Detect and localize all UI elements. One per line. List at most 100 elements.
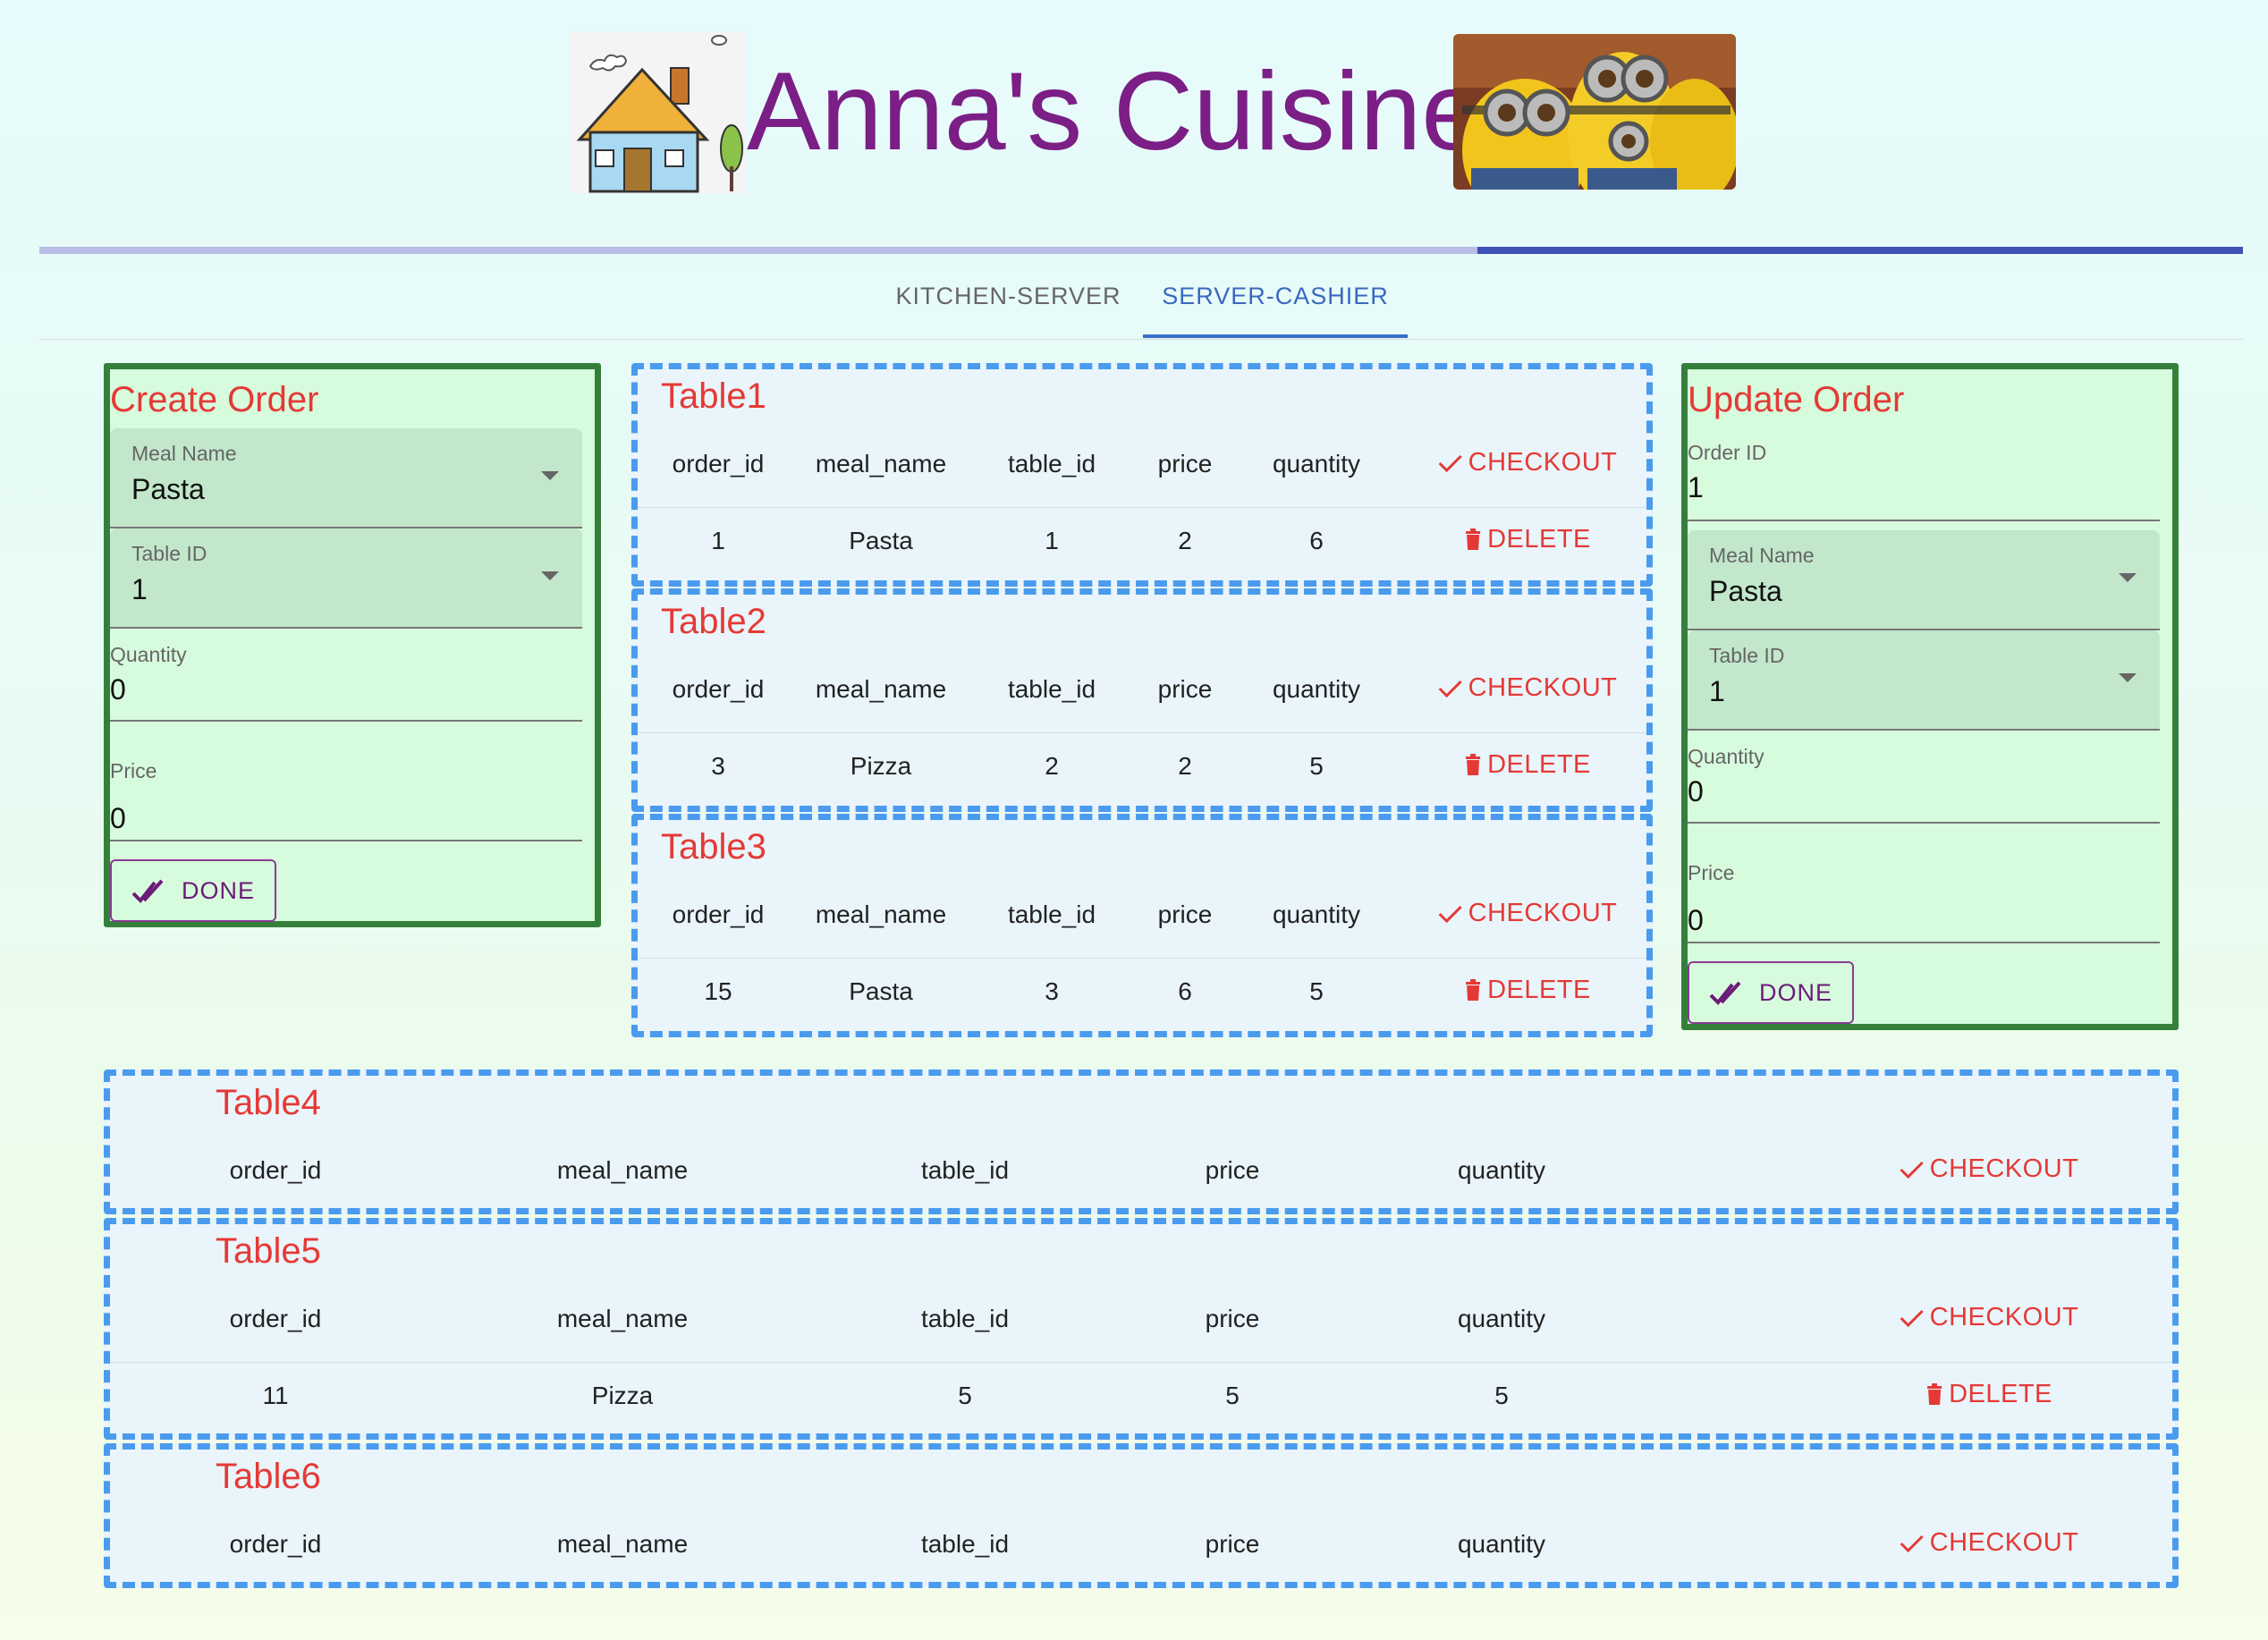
column-header-quantity: quantity — [1457, 1305, 1546, 1332]
checkout-button[interactable]: CHECKOUT — [1438, 448, 1618, 478]
delete-button[interactable]: DELETE — [1464, 525, 1591, 554]
checkout-label: CHECKOUT — [1468, 673, 1618, 702]
house-logo — [571, 32, 746, 193]
done-label: DONE — [1759, 979, 1833, 1006]
done-label: DONE — [182, 877, 256, 904]
checkout-button[interactable]: CHECKOUT — [1438, 673, 1618, 703]
table-cell-quantity: 5 — [1309, 977, 1324, 1005]
table-cell-price: 2 — [1178, 752, 1192, 780]
checkout-button[interactable]: CHECKOUT — [1900, 1528, 2079, 1558]
table-cell-meal_name: Pasta — [849, 977, 913, 1005]
price-input[interactable]: 0 — [1688, 904, 1704, 937]
table-cell-meal_name: Pasta — [849, 527, 913, 554]
column-header-price: price — [1205, 1156, 1260, 1184]
column-header-table_id: table_id — [920, 1530, 1010, 1558]
update-quantity-field[interactable]: Quantity 0 — [1688, 745, 2160, 824]
order-id-label: Order ID — [1688, 441, 1767, 464]
minions-image — [1453, 34, 1736, 190]
order-table-1: Table1 order_id meal_name table_id price quan… — [631, 363, 1653, 587]
table-cell-order_id: 3 — [711, 752, 725, 780]
table-cell-price: 6 — [1178, 977, 1192, 1005]
check-icon — [1438, 905, 1462, 924]
column-header-meal_name: meal_name — [815, 900, 947, 928]
check-icon — [1900, 1309, 1924, 1328]
quantity-input[interactable]: 0 — [110, 673, 126, 706]
delete-button[interactable]: DELETE — [1464, 750, 1591, 780]
meal-name-value: Pasta — [1709, 575, 1782, 607]
delete-button[interactable]: DELETE — [1464, 976, 1591, 1005]
table-name: Table4 — [216, 1083, 321, 1122]
column-header-table_id: table_id — [1007, 900, 1096, 928]
check-icon — [1900, 1534, 1924, 1553]
trash-icon — [1466, 754, 1481, 775]
dropdown-arrow-icon — [541, 571, 559, 580]
column-header-table_id: table_id — [1007, 450, 1096, 478]
row-divider — [638, 732, 1646, 733]
create-order-panel: Create Order Meal Name Pasta Table ID 1 … — [104, 363, 601, 927]
order-table-2: Table2 order_id meal_name table_id price quan… — [631, 588, 1653, 812]
delete-label: DELETE — [1487, 750, 1591, 779]
quantity-input[interactable]: 0 — [1688, 775, 1704, 808]
column-header-meal_name: meal_name — [556, 1530, 689, 1558]
table-cell-table_id: 3 — [1045, 977, 1059, 1005]
trash-icon — [1466, 528, 1481, 550]
row-divider — [638, 958, 1646, 959]
table-id-select[interactable]: Table ID 1 — [110, 528, 582, 629]
check-icon — [1438, 454, 1462, 473]
table-cell-price: 2 — [1178, 527, 1192, 554]
column-header-meal_name: meal_name — [815, 675, 947, 703]
meal-name-label: Meal Name — [1709, 544, 1815, 567]
checkout-label: CHECKOUT — [1929, 1303, 2079, 1331]
price-input[interactable]: 0 — [110, 802, 126, 835]
column-header-quantity: quantity — [1457, 1156, 1546, 1184]
table-cell-meal_name: Pizza — [591, 1382, 654, 1409]
create-done-button[interactable]: DONE — [110, 859, 276, 922]
delete-label: DELETE — [1949, 1380, 2052, 1408]
checkout-button[interactable]: CHECKOUT — [1900, 1303, 2079, 1332]
meal-name-select[interactable]: Meal Name Pasta — [110, 428, 582, 528]
update-table-id-select[interactable]: Table ID 1 — [1688, 630, 2160, 731]
delete-button[interactable]: DELETE — [1925, 1380, 2052, 1409]
column-header-quantity: quantity — [1272, 450, 1361, 478]
double-check-icon — [1709, 981, 1741, 1005]
column-header-quantity: quantity — [1272, 900, 1361, 928]
order-id-input[interactable]: 1 — [1688, 471, 1704, 504]
tab-server-cashier[interactable]: SERVER-CASHIER — [1143, 268, 1408, 338]
checkout-label: CHECKOUT — [1468, 899, 1618, 927]
column-header-quantity: quantity — [1457, 1530, 1546, 1558]
column-header-order_id: order_id — [672, 900, 765, 928]
quantity-field[interactable]: Quantity 0 — [110, 643, 582, 722]
tabs-divider — [39, 339, 2243, 340]
app-title: Anna's Cuisine — [747, 50, 1484, 173]
table-cell-table_id: 2 — [1045, 752, 1059, 780]
checkout-button[interactable]: CHECKOUT — [1900, 1154, 2079, 1184]
table-cell-table_id: 5 — [958, 1382, 972, 1409]
meal-name-value: Pasta — [131, 473, 205, 505]
update-done-button[interactable]: DONE — [1688, 961, 1854, 1024]
update-price-field[interactable]: Price 0 — [1688, 861, 2160, 943]
check-icon — [1900, 1161, 1924, 1179]
order-id-field[interactable]: Order ID 1 — [1688, 441, 2160, 521]
tab-kitchen-server[interactable]: KITCHEN-SERVER — [885, 268, 1131, 338]
delete-label: DELETE — [1487, 525, 1591, 554]
row-divider — [110, 1362, 2172, 1363]
update-meal-name-select[interactable]: Meal Name Pasta — [1688, 530, 2160, 630]
checkout-button[interactable]: CHECKOUT — [1438, 899, 1618, 928]
table-cell-table_id: 1 — [1045, 527, 1059, 554]
order-table-6: Table6 order_id meal_name table_id price quan… — [104, 1443, 2179, 1588]
table-id-label: Table ID — [131, 542, 207, 565]
column-header-order_id: order_id — [229, 1530, 322, 1558]
table-id-label: Table ID — [1709, 644, 1785, 667]
column-header-quantity: quantity — [1272, 675, 1361, 703]
column-header-order_id: order_id — [229, 1305, 322, 1332]
checkout-label: CHECKOUT — [1929, 1154, 2079, 1183]
dropdown-arrow-icon — [2119, 573, 2137, 582]
price-field[interactable]: Price 0 — [110, 759, 582, 841]
column-header-price: price — [1157, 675, 1213, 703]
table-cell-meal_name: Pizza — [850, 752, 912, 780]
column-header-table_id: table_id — [920, 1156, 1010, 1184]
table-cell-price: 5 — [1225, 1382, 1240, 1409]
table-cell-order_id: 15 — [704, 977, 732, 1005]
table-cell-quantity: 6 — [1309, 527, 1324, 554]
table-id-value: 1 — [131, 573, 148, 605]
